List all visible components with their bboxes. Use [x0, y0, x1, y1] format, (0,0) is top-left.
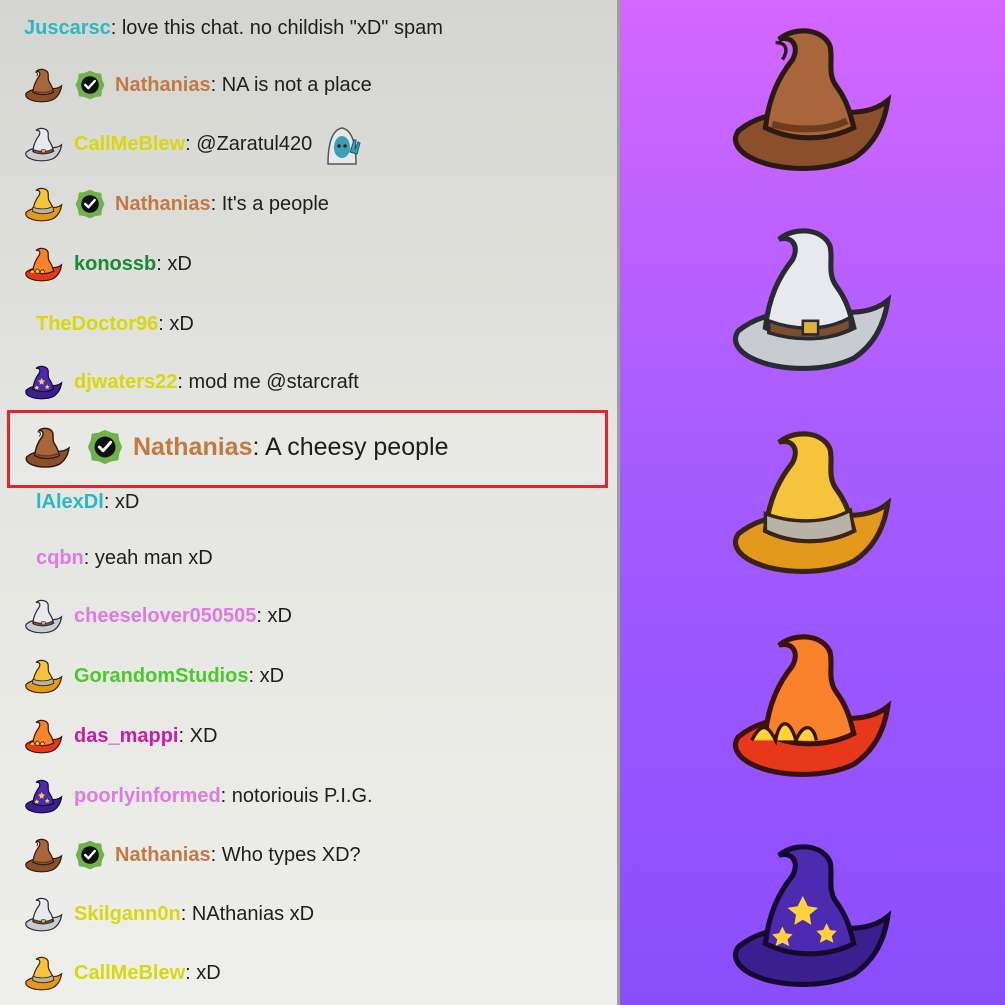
- chat-text: : NAthanias xD: [180, 902, 315, 925]
- chat-message: Nathanias: It's a people: [24, 186, 329, 222]
- brown-wizard-hat-icon: [728, 22, 898, 172]
- chat-message: Nathanias: Who types XD?: [24, 837, 361, 873]
- white-wizard-hat-icon: [24, 126, 64, 162]
- chat-username[interactable]: das_mappi: [74, 725, 178, 748]
- chat-text: : It's a people: [210, 192, 329, 215]
- chat-message: TheDoctor96: xD: [36, 306, 194, 342]
- chat-message: konossb: xD: [24, 246, 192, 282]
- chat-username[interactable]: GorandomStudios: [74, 665, 248, 688]
- white-wizard-hat-icon: [728, 222, 898, 372]
- white-wizard-hat-icon: [24, 896, 64, 932]
- moderator-badge-icon: [74, 188, 106, 220]
- chat-username[interactable]: djwaters22: [74, 371, 177, 394]
- fire-wizard-hat-icon: [24, 246, 64, 282]
- purple-wizard-hat-icon: [24, 778, 64, 814]
- chat-text: : xD: [185, 961, 221, 984]
- chat-text: : xD: [158, 312, 194, 335]
- chat-message: GorandomStudios: xD: [24, 658, 284, 694]
- chat-username[interactable]: TheDoctor96: [36, 313, 158, 336]
- fire-wizard-hat-icon: [728, 628, 898, 778]
- chat-username[interactable]: CallMeBlew: [74, 962, 185, 985]
- highlighted-chat-message: Nathanias: A cheesy people: [24, 425, 448, 469]
- chat-username[interactable]: cheeselover050505: [74, 605, 256, 628]
- chat-text: : mod me @starcraft: [177, 370, 359, 393]
- fire-wizard-hat-icon: [24, 718, 64, 754]
- chat-message: Nathanias: NA is not a place: [24, 67, 372, 103]
- chat-username[interactable]: Skilgann0n: [74, 903, 181, 926]
- chat-message: cqbn: yeah man xD: [36, 540, 213, 576]
- chat-text: : notoriouis P.I.G.: [220, 784, 373, 807]
- white-wizard-hat-icon: [24, 598, 64, 634]
- chat-message: CallMeBlew: xD: [24, 955, 221, 991]
- chat-text: : XD: [178, 724, 218, 747]
- chat-message: lAlexDl: xD: [36, 484, 139, 520]
- chat-text: : xD: [256, 604, 292, 627]
- chat-message: cheeselover050505: xD: [24, 598, 292, 634]
- gold-wizard-hat-icon: [728, 425, 898, 575]
- chat-text: : xD: [156, 252, 192, 275]
- chat-username[interactable]: cqbn: [36, 547, 84, 570]
- chat-message: Skilgann0n: NAthanias xD: [24, 896, 314, 932]
- purple-wizard-hat-icon: [24, 364, 64, 400]
- chat-username[interactable]: Nathanias: [115, 844, 211, 867]
- brown-wizard-hat-icon: [24, 426, 72, 468]
- chat-text: : love this chat. no childish "xD" spam: [110, 16, 443, 39]
- moderator-badge-icon: [74, 69, 106, 101]
- chat-text: : NA is not a place: [210, 73, 372, 96]
- chat-message: djwaters22: mod me @starcraft: [24, 364, 359, 400]
- chat-text: : A cheesy people: [252, 432, 449, 461]
- chat-username[interactable]: poorlyinformed: [74, 785, 221, 808]
- chat-message: das_mappi: XD: [24, 718, 217, 754]
- wave-emote-icon: [327, 127, 361, 165]
- purple-wizard-hat-icon: [728, 838, 898, 988]
- chat-panel: Juscarsc: love this chat. no childish "x…: [0, 0, 620, 1005]
- chat-username[interactable]: lAlexDl: [36, 491, 104, 514]
- chat-username[interactable]: Juscarsc: [24, 17, 111, 40]
- gold-wizard-hat-icon: [24, 658, 64, 694]
- chat-message: poorlyinformed: notoriouis P.I.G.: [24, 778, 373, 814]
- chat-text: : Who types XD?: [210, 843, 361, 866]
- chat-username[interactable]: Nathanias: [133, 433, 252, 462]
- brown-wizard-hat-icon: [24, 67, 64, 103]
- chat-username[interactable]: CallMeBlew: [74, 133, 185, 156]
- moderator-badge-icon: [86, 428, 124, 466]
- chat-text: : @Zaratul420: [185, 132, 313, 155]
- chat-username[interactable]: konossb: [74, 253, 156, 276]
- chat-username[interactable]: Nathanias: [115, 74, 211, 97]
- brown-wizard-hat-icon: [24, 837, 64, 873]
- moderator-badge-icon: [74, 839, 106, 871]
- chat-text: : xD: [103, 490, 140, 513]
- gold-wizard-hat-icon: [24, 186, 64, 222]
- chat-text: : xD: [248, 664, 285, 687]
- chat-message: Juscarsc: love this chat. no childish "x…: [24, 10, 443, 46]
- chat-text: : yeah man xD: [83, 546, 213, 569]
- chat-message: CallMeBlew: @Zaratul420: [24, 126, 364, 165]
- gold-wizard-hat-icon: [24, 955, 64, 991]
- chat-username[interactable]: Nathanias: [115, 193, 211, 216]
